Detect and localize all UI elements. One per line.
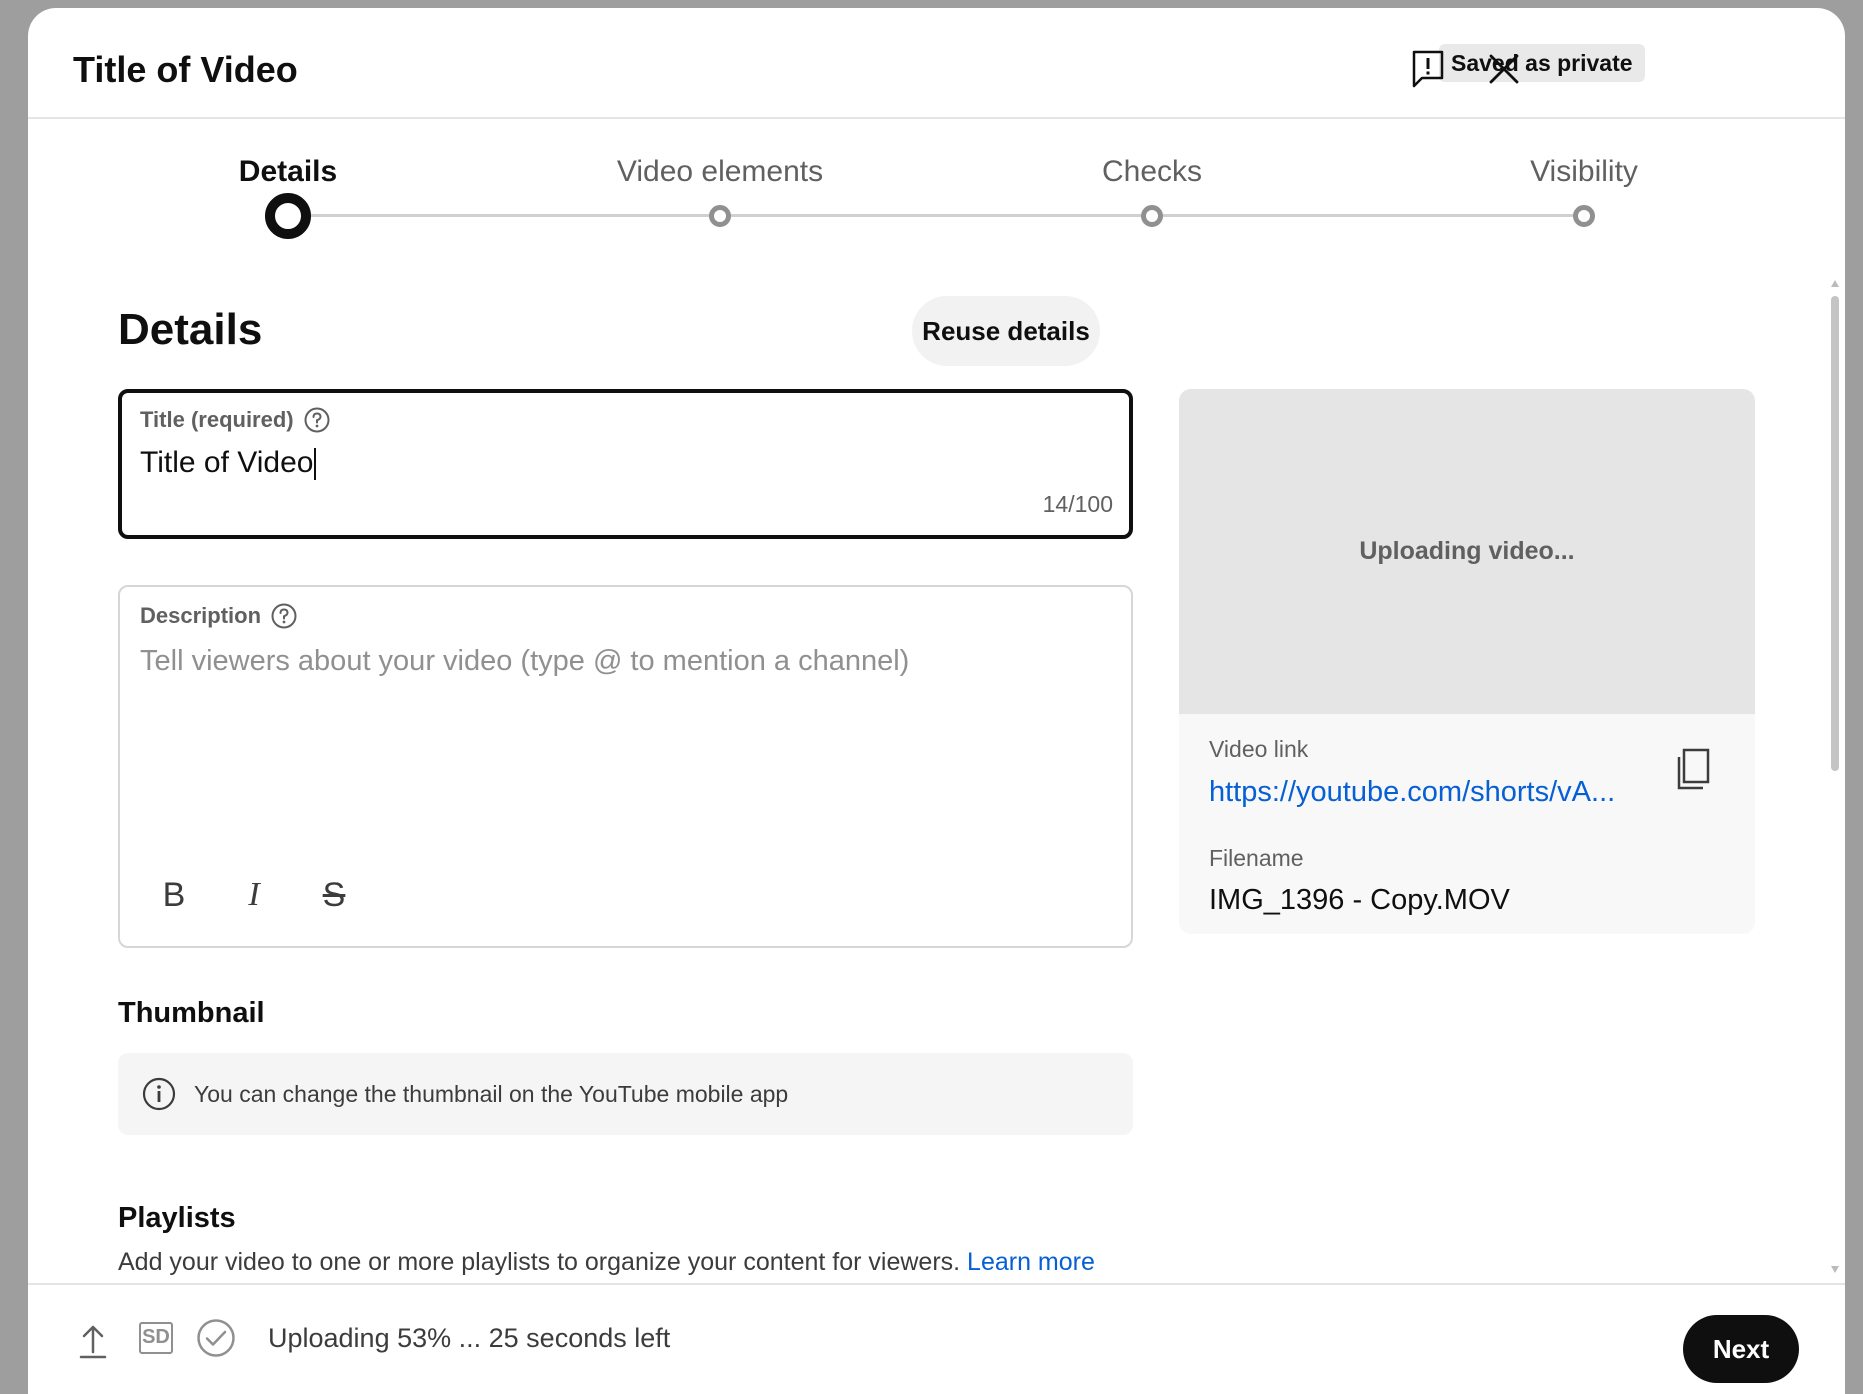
italic-button[interactable]: I	[224, 865, 284, 925]
copy-icon	[1677, 748, 1710, 790]
close-button[interactable]	[1478, 43, 1530, 95]
strikethrough-button[interactable]: S	[304, 865, 364, 925]
video-link-label: Video link	[1209, 736, 1309, 762]
thumbnail-heading: Thumbnail	[118, 997, 265, 1029]
step-video-elements-dot[interactable]	[709, 205, 731, 227]
description-field-label: Description	[140, 603, 262, 628]
dialog-title: Title of Video	[73, 49, 298, 90]
playlists-heading: Playlists	[118, 1202, 236, 1234]
text-cursor	[314, 448, 317, 481]
step-visibility-dot[interactable]	[1573, 205, 1595, 227]
saved-status-badge: Saved as private	[1439, 44, 1645, 82]
bold-icon: B	[162, 875, 186, 914]
learn-more-link[interactable]: Learn more	[967, 1248, 1095, 1276]
scrollbar-thumb[interactable]	[1831, 296, 1839, 771]
thumbnail-info-box: You can change the thumbnail on the YouT…	[118, 1053, 1133, 1135]
header-divider	[28, 117, 1845, 119]
details-heading: Details	[118, 305, 263, 354]
playlists-description: Add your video to one or more playlists …	[118, 1248, 961, 1276]
feedback-button[interactable]	[1402, 43, 1454, 95]
copy-link-button[interactable]	[1667, 743, 1719, 795]
sd-quality-badge: SD	[139, 1322, 173, 1354]
thumbnail-info-text: You can change the thumbnail on the YouT…	[194, 1080, 789, 1107]
step-details-dot[interactable]	[265, 193, 311, 239]
description-field[interactable]: Description Tell viewers about your vide…	[118, 585, 1133, 948]
help-icon[interactable]	[271, 603, 297, 629]
reuse-details-button[interactable]: Reuse details	[912, 296, 1100, 366]
details-scroll-area[interactable]: Details Reuse details Title (required) T…	[28, 278, 1845, 1283]
filename-value: IMG_1396 - Copy.MOV	[1209, 884, 1510, 916]
stepper-track	[288, 214, 1588, 217]
title-char-counter: 14/100	[1042, 491, 1113, 517]
italic-icon: I	[248, 876, 260, 913]
upload-status-text: Uploading 53% ... 25 seconds left	[268, 1323, 671, 1353]
help-icon[interactable]	[304, 407, 330, 433]
description-placeholder[interactable]: Tell viewers about your video (type @ to…	[140, 641, 909, 681]
step-checks-label[interactable]: Checks	[1002, 150, 1302, 194]
step-video-elements-label[interactable]: Video elements	[570, 150, 870, 194]
upload-dialog: Title of Video Saved as private Details …	[28, 8, 1845, 1394]
feedback-icon	[1412, 50, 1444, 88]
scroll-up-arrow[interactable]	[1831, 280, 1839, 287]
dialog-footer: SD Uploading 53% ... 25 seconds left Nex…	[28, 1283, 1845, 1394]
filename-label: Filename	[1209, 845, 1304, 871]
strikethrough-icon: S	[322, 875, 346, 914]
bold-button[interactable]: B	[144, 865, 204, 925]
step-visibility-label[interactable]: Visibility	[1434, 150, 1734, 194]
video-info-card: Uploading video... Video link https://yo…	[1179, 389, 1755, 934]
title-field[interactable]: Title (required) Title of Video 14/100	[118, 389, 1133, 539]
close-icon	[1489, 54, 1519, 84]
video-preview: Uploading video...	[1179, 389, 1755, 714]
step-checks-dot[interactable]	[1141, 205, 1163, 227]
uploading-video-text: Uploading video...	[1359, 537, 1575, 565]
info-icon	[142, 1077, 176, 1111]
next-button[interactable]: Next	[1683, 1315, 1799, 1383]
video-link[interactable]: https://youtube.com/shorts/vA...	[1209, 772, 1615, 812]
title-field-label: Title (required)	[140, 407, 294, 432]
scroll-down-arrow[interactable]	[1831, 1266, 1839, 1273]
upload-icon	[79, 1325, 107, 1359]
step-details-label[interactable]: Details	[138, 150, 438, 194]
title-input[interactable]: Title of Video	[140, 446, 313, 479]
checks-status-icon	[197, 1319, 235, 1357]
